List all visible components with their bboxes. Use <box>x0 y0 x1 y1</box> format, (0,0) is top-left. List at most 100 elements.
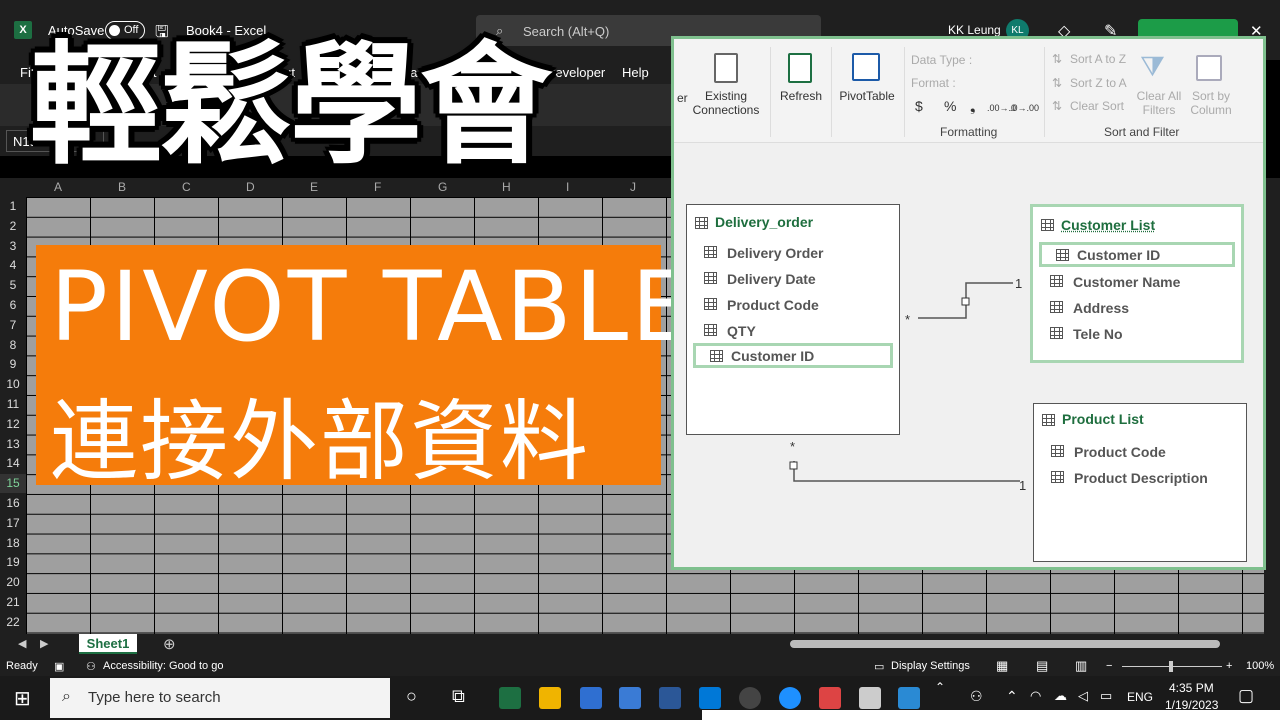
row-header[interactable]: 21 <box>0 593 26 612</box>
accessibility-status[interactable]: Accessibility: Good to go <box>103 660 223 672</box>
volume-icon[interactable]: ◁ <box>1078 688 1088 704</box>
edge-icon[interactable] <box>779 687 801 709</box>
language-indicator[interactable]: ENG <box>1127 690 1153 704</box>
add-sheet-icon[interactable]: ⊕ <box>163 635 176 653</box>
cortana-icon[interactable]: ○ <box>406 686 417 707</box>
onedrive-icon[interactable] <box>898 687 920 709</box>
store-icon[interactable] <box>699 687 721 709</box>
field-product-code[interactable]: Product Code <box>687 294 899 316</box>
whiteboard-icon[interactable] <box>619 687 641 709</box>
zoom-level[interactable]: 100% <box>1246 660 1274 672</box>
tray-arrow-icon[interactable]: ⌃ <box>1006 688 1018 705</box>
row-header[interactable]: 19 <box>0 553 26 572</box>
row-header[interactable]: 12 <box>0 415 26 434</box>
menu-developer[interactable]: Developer <box>546 65 605 80</box>
clear-sort-button[interactable]: Clear Sort <box>1070 99 1124 113</box>
sheet-tab[interactable]: Sheet1 <box>79 634 137 654</box>
field-customer-id[interactable]: Customer ID <box>1039 242 1235 267</box>
row-header[interactable]: 7 <box>0 316 26 335</box>
row-header[interactable]: 4 <box>0 256 26 275</box>
next-sheet-icon[interactable]: ▶ <box>40 637 48 650</box>
field-delivery-order[interactable]: Delivery Order <box>687 242 899 264</box>
display-settings-button[interactable]: Display Settings <box>891 660 970 672</box>
data-type-field[interactable]: Data Type : <box>911 53 972 67</box>
row-header[interactable]: 3 <box>0 237 26 256</box>
row-header[interactable]: 15 <box>0 474 26 494</box>
sort-by-column-button[interactable]: Sort by Column <box>1188 89 1234 117</box>
increase-decimal-icon[interactable]: .0→.00 <box>1010 101 1039 115</box>
percent-icon[interactable]: % <box>944 99 956 113</box>
page-break-view-icon[interactable]: ▥ <box>1075 658 1087 674</box>
row-header[interactable]: 10 <box>0 375 26 394</box>
field-product-code[interactable]: Product Code <box>1034 441 1246 463</box>
vertical-scrollbar[interactable] <box>1264 178 1280 634</box>
sort-a-z-button[interactable]: Sort A to Z <box>1070 52 1126 66</box>
table-customer-list[interactable]: Customer List Customer ID Customer Name … <box>1030 204 1244 363</box>
row-header[interactable]: 5 <box>0 276 26 295</box>
obs-icon[interactable] <box>739 687 761 709</box>
comma-icon[interactable]: ❟ <box>970 99 976 113</box>
app-icon[interactable] <box>859 687 881 709</box>
table-title[interactable]: Delivery_order <box>715 214 813 230</box>
row-header[interactable]: 13 <box>0 435 26 454</box>
excel-taskbar-icon[interactable] <box>499 687 521 709</box>
field-delivery-date[interactable]: Delivery Date <box>687 268 899 290</box>
refresh-button[interactable]: Refresh <box>774 89 828 103</box>
wifi-icon[interactable]: ◠ <box>1030 688 1041 704</box>
existing-connections-button[interactable]: Existing Connections <box>688 89 764 117</box>
table-product-list[interactable]: Product List Product Code Product Descri… <box>1033 403 1247 562</box>
chevron-up-icon[interactable]: ⌃ <box>935 680 945 694</box>
row-header[interactable]: 1 <box>0 197 26 216</box>
task-view-icon[interactable]: ⧉ <box>452 686 465 707</box>
row-header[interactable]: 16 <box>0 494 26 513</box>
table-delivery-order[interactable]: Delivery_order Delivery Order Delivery D… <box>686 204 900 435</box>
macro-icon[interactable]: ▣ <box>54 660 64 673</box>
app-icon[interactable] <box>819 687 841 709</box>
notification-icon[interactable]: ▢ <box>1238 686 1254 706</box>
row-header[interactable]: 18 <box>0 534 26 553</box>
field-tele-no[interactable]: Tele No <box>1033 323 1241 345</box>
word-icon[interactable] <box>659 687 681 709</box>
onedrive-tray-icon[interactable]: ☁ <box>1054 688 1067 704</box>
zoom-in-icon[interactable]: + <box>1226 660 1232 672</box>
field-address[interactable]: Address <box>1033 297 1241 319</box>
battery-icon[interactable]: ▭ <box>1100 688 1112 704</box>
file-explorer-icon[interactable] <box>539 687 561 709</box>
horizontal-scrollbar[interactable] <box>790 640 1220 648</box>
cardinality-many: * <box>905 312 911 327</box>
currency-icon[interactable]: $ <box>915 99 923 113</box>
sort-z-a-button[interactable]: Sort Z to A <box>1070 76 1127 90</box>
taskbar-search[interactable]: ⌕ Type here to search <box>50 678 390 718</box>
relationship-delivery-product[interactable] <box>793 461 1020 482</box>
col-j[interactable]: J <box>630 180 636 194</box>
row-header[interactable]: 17 <box>0 514 26 533</box>
field-customer-id[interactable]: Customer ID <box>693 343 893 368</box>
row-header[interactable]: 20 <box>0 573 26 592</box>
field-product-description[interactable]: Product Description <box>1034 467 1246 489</box>
table-title[interactable]: Product List <box>1062 411 1144 427</box>
pivottable-button[interactable]: PivotTable <box>834 89 900 103</box>
clock-time[interactable]: 4:35 PM <box>1169 681 1214 695</box>
prev-sheet-icon[interactable]: ◀ <box>18 637 26 650</box>
zoom-slider-thumb[interactable] <box>1169 661 1173 672</box>
row-header[interactable]: 22 <box>0 613 26 632</box>
field-qty[interactable]: QTY <box>687 320 899 342</box>
row-header[interactable]: 11 <box>0 395 26 414</box>
row-header[interactable]: 9 <box>0 355 26 374</box>
format-field[interactable]: Format : <box>911 76 956 90</box>
app-icon[interactable] <box>580 687 602 709</box>
field-customer-name[interactable]: Customer Name <box>1033 271 1241 293</box>
clear-all-filters-button[interactable]: Clear All Filters <box>1134 89 1184 117</box>
row-header[interactable]: 14 <box>0 454 26 473</box>
windows-start-icon[interactable]: ⊞ <box>14 686 31 711</box>
row-header[interactable]: 8 <box>0 336 26 355</box>
col-i[interactable]: I <box>566 180 569 194</box>
normal-view-icon[interactable]: ▦ <box>996 658 1008 674</box>
people-icon[interactable]: ⚇ <box>970 688 983 705</box>
table-title[interactable]: Customer List <box>1061 217 1155 233</box>
menu-help[interactable]: Help <box>622 65 649 80</box>
row-header[interactable]: 6 <box>0 296 26 315</box>
row-header[interactable]: 2 <box>0 217 26 236</box>
page-layout-view-icon[interactable]: ▤ <box>1036 658 1048 674</box>
zoom-out-icon[interactable]: − <box>1106 660 1112 672</box>
